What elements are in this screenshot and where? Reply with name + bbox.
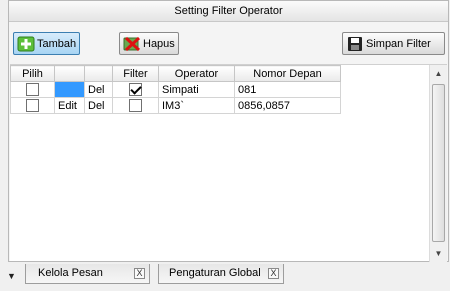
delete-button[interactable]: Hapus [119, 32, 179, 55]
bottom-tab-bar: ▼ Kelola Pesan X Pengaturan Global X [0, 264, 450, 291]
vertical-scrollbar[interactable]: ▲ ▼ [429, 65, 447, 262]
pilih-cell[interactable] [10, 97, 55, 114]
column-header-edit[interactable] [54, 65, 85, 82]
scroll-up-icon[interactable]: ▲ [430, 65, 447, 82]
tab-label: Pengaturan Global [169, 267, 261, 279]
add-button-label: Tambah [37, 37, 77, 50]
toolbar: Tambah Hapus Simpan Filter [9, 22, 448, 58]
column-header-prefix[interactable]: Nomor Depan [234, 65, 341, 82]
panel-title: Setting Filter Operator [9, 1, 448, 22]
edit-cell-selected[interactable] [54, 81, 85, 98]
delete-link[interactable]: Del [84, 81, 113, 98]
save-filter-button[interactable]: Simpan Filter [342, 32, 445, 55]
table-header-row: Pilih Filter Operator Nomor Depan [10, 65, 341, 82]
tab-kelola-pesan[interactable]: Kelola Pesan X [25, 264, 150, 284]
scroll-down-icon[interactable]: ▼ [430, 245, 447, 262]
operator-grid: Pilih Filter Operator Nomor Depan Del Si… [10, 64, 447, 262]
column-header-del[interactable] [84, 65, 113, 82]
filter-checkbox[interactable] [129, 83, 142, 96]
pilih-cell[interactable] [10, 81, 55, 98]
pilih-checkbox[interactable] [26, 83, 39, 96]
column-header-filter[interactable]: Filter [112, 65, 159, 82]
add-button[interactable]: Tambah [13, 32, 80, 55]
operator-cell[interactable]: Simpati [158, 81, 235, 98]
delete-button-label: Hapus [143, 37, 175, 50]
save-icon [346, 36, 364, 52]
tab-list-dropdown-icon[interactable]: ▼ [7, 271, 16, 281]
tab-label: Kelola Pesan [38, 267, 103, 279]
close-tab-icon[interactable]: X [134, 268, 145, 279]
operator-table: Pilih Filter Operator Nomor Depan Del Si… [10, 65, 341, 114]
filter-operator-panel: Setting Filter Operator Tambah Hapus Sim… [8, 0, 449, 262]
filter-cell[interactable] [112, 97, 159, 114]
tab-pengaturan-global[interactable]: Pengaturan Global X [158, 264, 284, 284]
delete-icon [123, 36, 141, 52]
save-filter-button-label: Simpan Filter [366, 37, 431, 50]
table-row[interactable]: Edit Del IM3` 0856,0857 [10, 97, 341, 114]
operator-cell[interactable]: IM3` [158, 97, 235, 114]
prefix-cell[interactable]: 0856,0857 [234, 97, 341, 114]
filter-cell[interactable] [112, 81, 159, 98]
scroll-thumb[interactable] [432, 84, 445, 242]
edit-link[interactable]: Edit [54, 97, 85, 114]
table-row[interactable]: Del Simpati 081 [10, 81, 341, 98]
filter-checkbox[interactable] [129, 99, 142, 112]
add-icon [17, 36, 35, 52]
delete-link[interactable]: Del [84, 97, 113, 114]
pilih-checkbox[interactable] [26, 99, 39, 112]
close-tab-icon[interactable]: X [268, 268, 279, 279]
column-header-pilih[interactable]: Pilih [10, 65, 55, 82]
prefix-cell[interactable]: 081 [234, 81, 341, 98]
column-header-operator[interactable]: Operator [158, 65, 235, 82]
